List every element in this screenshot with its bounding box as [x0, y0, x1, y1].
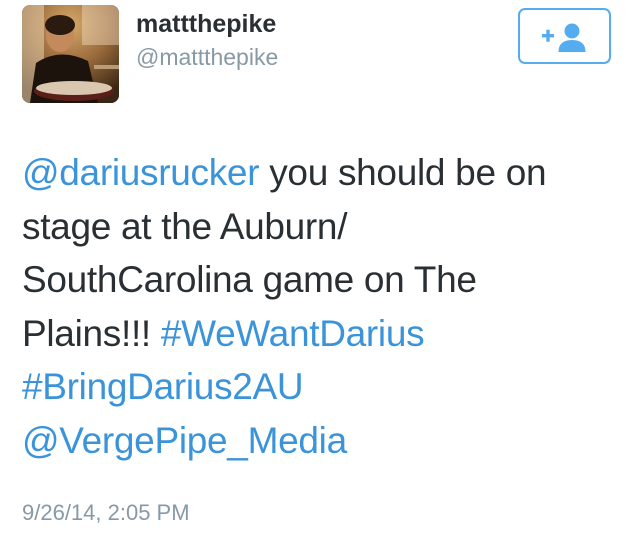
tweet-text-segment: stage at the Auburn/ [22, 205, 348, 247]
tweet-card: mattthepike @mattthepike @dariusrucker y… [0, 0, 627, 557]
tweet-line: @VergePipe_Media [22, 414, 617, 468]
tweet-text-segment: SouthCarolina game on The [22, 259, 477, 300]
tweet-text-segment: you should be on [259, 152, 547, 193]
tweet-line: stage at the Auburn/ [22, 200, 617, 254]
timestamp[interactable]: 9/26/14, 2:05 PM [22, 499, 190, 527]
user-handle[interactable]: @mattthepike [136, 43, 278, 71]
avatar[interactable] [22, 5, 119, 103]
add-user-icon [542, 23, 586, 52]
hashtag-link[interactable]: #WeWantDarius [161, 313, 425, 354]
tweet-text: @dariusrucker you should be on stage at … [22, 146, 617, 467]
mention-link[interactable]: @dariusrucker [22, 152, 260, 193]
tweet-line: Plains!!! #WeWantDarius [22, 307, 617, 361]
tweet-line: SouthCarolina game on The [22, 253, 617, 307]
display-name[interactable]: mattthepike [136, 9, 276, 39]
avatar-photo [22, 5, 119, 103]
hashtag-link[interactable]: #BringDarius2AU [22, 366, 304, 407]
tweet-line: @dariusrucker you should be on [22, 146, 617, 200]
follow-button[interactable] [518, 8, 611, 64]
tweet-line: #BringDarius2AU [22, 360, 617, 414]
mention-link[interactable]: @VergePipe_Media [22, 420, 347, 461]
tweet-text-segment: Plains!!! [22, 312, 161, 354]
